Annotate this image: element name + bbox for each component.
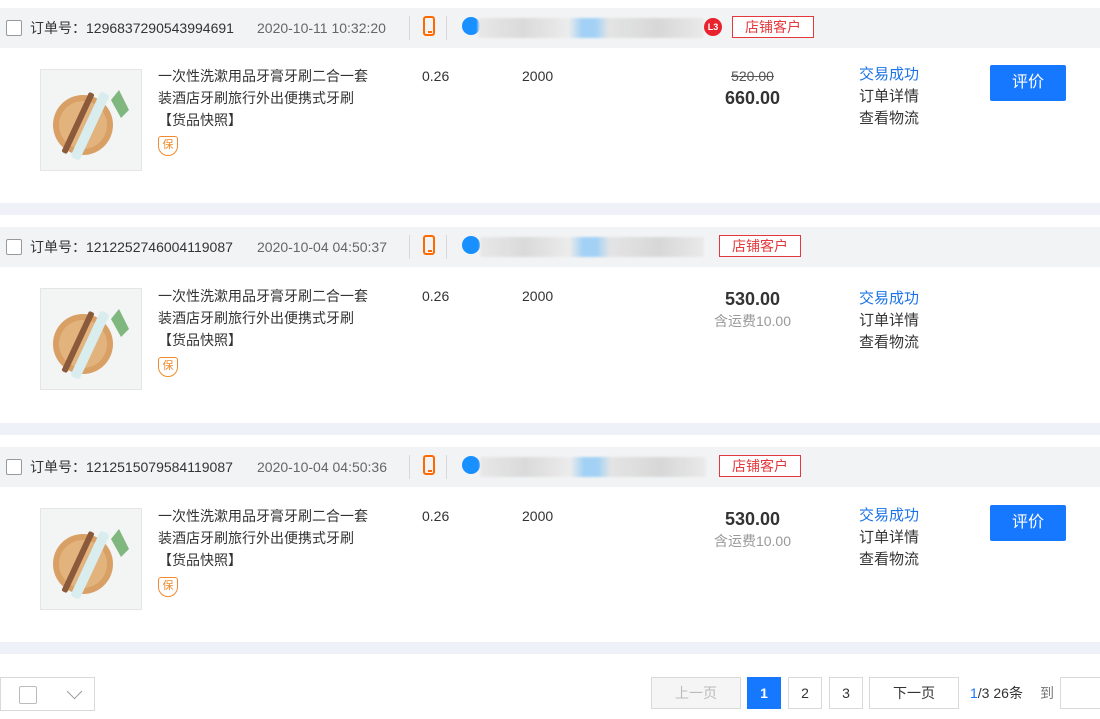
trade-status-link[interactable]: 交易成功	[859, 64, 919, 86]
order-card: 订单号：1212252746004119087 2020-10-04 04:50…	[0, 227, 1100, 422]
view-logistics-link[interactable]: 查看物流	[859, 332, 919, 354]
divider	[409, 455, 410, 479]
status-column: 交易成功 订单详情 查看物流	[859, 288, 919, 354]
guarantee-shield-icon: 保	[158, 136, 178, 156]
order-header: 订单号：1212252746004119087 2020-10-04 04:50…	[0, 227, 1100, 267]
section-gap	[0, 642, 1100, 654]
page-button-3[interactable]: 3	[829, 677, 863, 709]
guarantee-shield-icon: 保	[158, 357, 178, 377]
page-button-2[interactable]: 2	[788, 677, 822, 709]
mobile-order-icon	[423, 455, 435, 475]
order-total: 530.00	[724, 509, 781, 529]
guarantee-shield-icon: 保	[158, 577, 178, 597]
order-checkbox[interactable]	[6, 239, 22, 255]
goto-label: 到	[1040, 685, 1054, 701]
order-header: 订单号：1212515079584119087 2020-10-04 04:50…	[0, 447, 1100, 487]
order-number: 订单号：1296837290543994691	[30, 20, 234, 36]
product-title[interactable]: 一次性洗漱用品牙膏牙刷二合一套装酒店牙刷旅行外出便携式牙刷 【货品快照】	[158, 505, 368, 571]
order-detail-link[interactable]: 订单详情	[859, 86, 919, 108]
section-gap	[0, 203, 1100, 215]
trade-status-link[interactable]: 交易成功	[859, 505, 919, 527]
order-card: 订单号：1212515079584119087 2020-10-04 04:50…	[0, 447, 1100, 642]
order-card: 订单号：1296837290543994691 2020-10-11 10:32…	[0, 8, 1100, 203]
product-thumbnail[interactable]	[40, 508, 142, 610]
product-title[interactable]: 一次性洗漱用品牙膏牙刷二合一套装酒店牙刷旅行外出便携式牙刷 【货品快照】	[158, 65, 368, 131]
order-checkbox[interactable]	[6, 20, 22, 36]
select-all-dropdown[interactable]	[0, 677, 95, 711]
divider	[446, 455, 447, 479]
product-title[interactable]: 一次性洗漱用品牙膏牙刷二合一套装酒店牙刷旅行外出便携式牙刷 【货品快照】	[158, 285, 368, 351]
mobile-order-icon	[423, 235, 435, 255]
product-thumbnail[interactable]	[40, 69, 142, 171]
price-column: 530.00 含运费10.00	[690, 507, 815, 551]
buyer-level-icon: L3	[704, 18, 722, 36]
order-detail-link[interactable]: 订单详情	[859, 310, 919, 332]
shop-customer-badge: 店铺客户	[719, 235, 801, 257]
pagination-bar: 上一页 1 2 3 下一页 1/3 26条 到	[0, 663, 1100, 719]
divider	[409, 16, 410, 40]
order-number: 订单号：1212252746004119087	[30, 239, 233, 255]
blurred-buyer-name	[480, 237, 704, 257]
divider	[409, 235, 410, 259]
product-thumbnail[interactable]	[40, 288, 142, 390]
divider	[446, 235, 447, 259]
unit-price: 0.26	[422, 288, 450, 304]
chevron-down-icon[interactable]	[66, 683, 83, 700]
review-button[interactable]: 评价	[990, 65, 1066, 101]
order-time: 2020-10-11 10:32:20	[257, 20, 386, 36]
goto-page-input[interactable]	[1060, 677, 1100, 709]
status-column: 交易成功 订单详情 查看物流	[859, 64, 919, 130]
blurred-buyer-name	[480, 457, 706, 477]
shop-customer-badge: 店铺客户	[732, 16, 814, 38]
unit-price: 0.26	[422, 68, 450, 84]
quantity: 2000	[522, 508, 554, 524]
price-column: 520.00 660.00	[690, 66, 815, 110]
shop-customer-badge: 店铺客户	[719, 455, 801, 477]
mobile-order-icon	[423, 16, 435, 36]
review-button[interactable]: 评价	[990, 505, 1066, 541]
original-price: 520.00	[731, 68, 774, 84]
chat-icon[interactable]	[462, 456, 480, 474]
order-total: 660.00	[724, 88, 781, 108]
page-info: 1/3 26条	[970, 685, 1023, 701]
section-gap	[0, 423, 1100, 435]
trade-status-link[interactable]: 交易成功	[859, 288, 919, 310]
shipping-fee: 含运费10.00	[713, 313, 792, 329]
quantity: 2000	[522, 288, 554, 304]
order-detail-link[interactable]: 订单详情	[859, 527, 919, 549]
divider	[446, 16, 447, 40]
order-number: 订单号：1212515079584119087	[30, 459, 233, 475]
shipping-fee: 含运费10.00	[713, 533, 792, 549]
order-checkbox[interactable]	[6, 459, 22, 475]
quantity: 2000	[522, 68, 554, 84]
select-all-checkbox[interactable]	[19, 686, 37, 704]
next-page-button[interactable]: 下一页	[869, 677, 959, 709]
blurred-buyer-name	[478, 18, 704, 38]
order-time: 2020-10-04 04:50:36	[257, 459, 387, 475]
order-header: 订单号：1296837290543994691 2020-10-11 10:32…	[0, 8, 1100, 48]
view-logistics-link[interactable]: 查看物流	[859, 108, 919, 130]
order-time: 2020-10-04 04:50:37	[257, 239, 387, 255]
order-total: 530.00	[724, 289, 781, 309]
status-column: 交易成功 订单详情 查看物流	[859, 505, 919, 571]
page-button-1[interactable]: 1	[747, 677, 781, 709]
view-logistics-link[interactable]: 查看物流	[859, 549, 919, 571]
price-column: 530.00 含运费10.00	[690, 287, 815, 331]
chat-icon[interactable]	[462, 236, 480, 254]
prev-page-button[interactable]: 上一页	[651, 677, 741, 709]
unit-price: 0.26	[422, 508, 450, 524]
